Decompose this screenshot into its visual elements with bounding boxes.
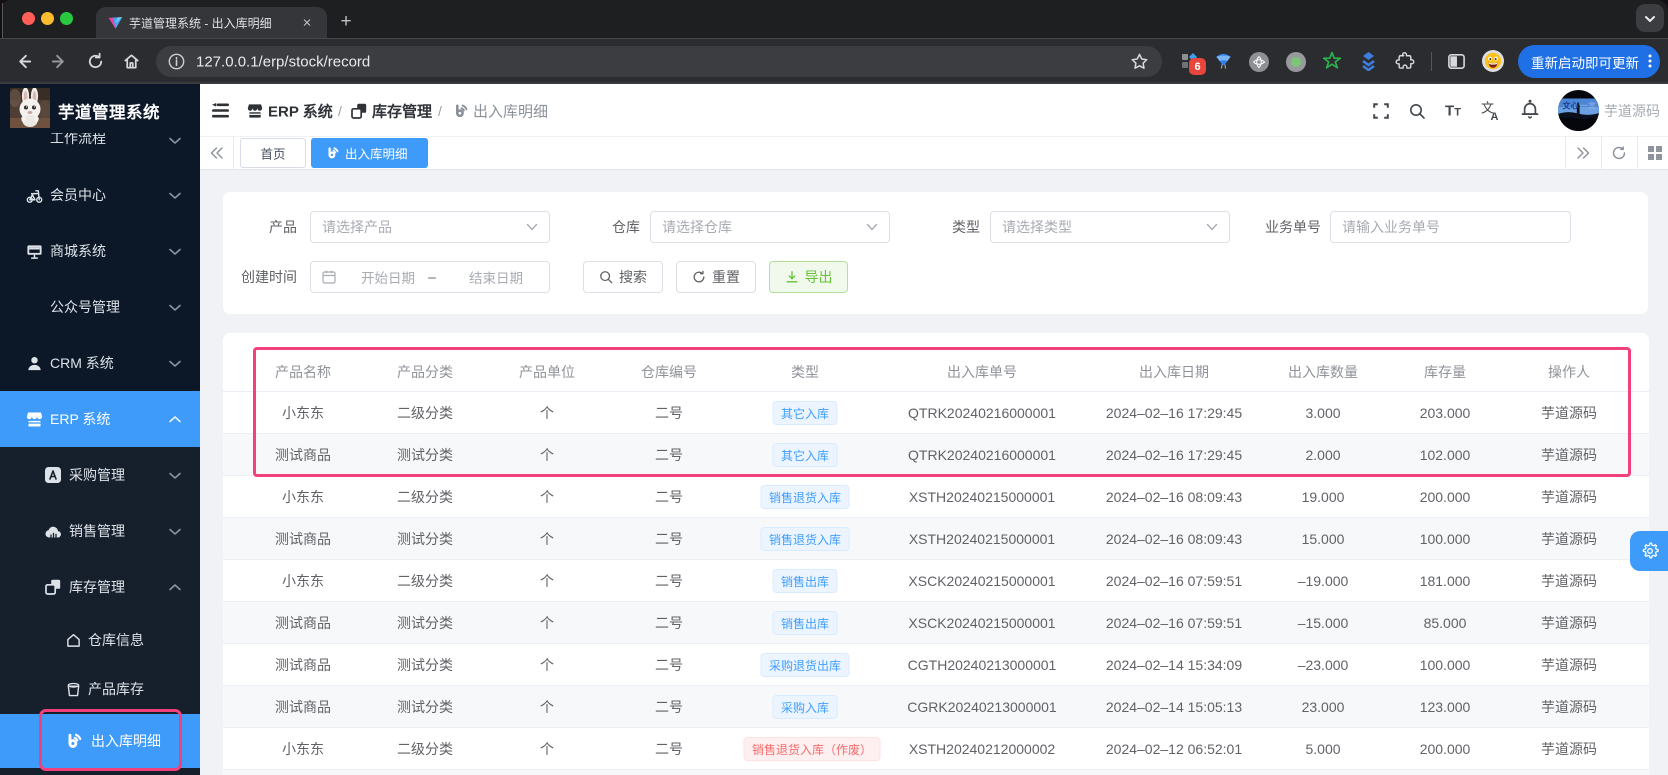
svg-text:A: A (1491, 111, 1499, 121)
svg-text:文心: 文心 (1563, 101, 1579, 111)
svg-text:一言: 一言 (1580, 101, 1596, 111)
